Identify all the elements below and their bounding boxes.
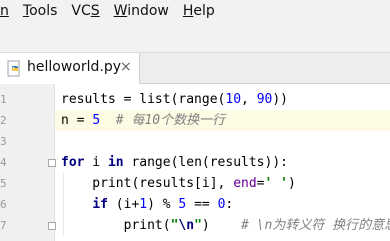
indent-guide (63, 173, 64, 236)
code-token: ' ' (264, 176, 288, 191)
code-token: # \n为转义符 换行的意思 (241, 218, 390, 233)
code-token: (i+ (107, 197, 140, 212)
tab-helloworld-py[interactable]: helloworld.py × (0, 53, 140, 84)
code-token: 10 (225, 92, 242, 107)
code-token: \n (178, 218, 195, 233)
code-line[interactable]: if (i+1) % 5 == 0: (61, 194, 390, 215)
line-number: 6 (0, 198, 7, 211)
code-line[interactable] (61, 131, 390, 152)
menu-bar: n Tools VCS Window Help (0, 0, 390, 22)
line-number: 3 (0, 135, 7, 148)
code-token: print( (61, 218, 171, 233)
code-token: ) % (147, 197, 179, 212)
line-number: 1 (0, 93, 7, 106)
code-token: 5 (92, 113, 101, 128)
code-token: print(results[i], (61, 176, 234, 191)
code-token: ) (287, 176, 296, 191)
code-line[interactable]: n = 5 # 每10个数换一行 (61, 110, 390, 131)
menu-window[interactable]: Window (107, 0, 176, 22)
fold-marker-icon[interactable] (48, 159, 56, 167)
fold-marker-icon[interactable] (48, 222, 56, 230)
editor-tab-bar: helloworld.py × (0, 53, 390, 84)
tab-close-icon[interactable]: × (120, 59, 132, 75)
code-token: range(len(results)): (123, 155, 288, 170)
code-token: end (233, 176, 257, 191)
code-token: # 每10个数换一行 (100, 113, 226, 128)
line-number: 4 (0, 156, 7, 169)
code-line[interactable]: print("\n") # \n为转义符 换行的意思 (61, 215, 390, 236)
menu-vcs[interactable]: VCS (64, 0, 106, 22)
code-token: i (84, 155, 108, 170)
code-line[interactable]: print(results[i], end=' ') (61, 173, 390, 194)
code-token: 1 (139, 197, 148, 212)
code-token: == (186, 197, 218, 212)
toolbar (0, 22, 390, 53)
tab-label: helloworld.py (27, 59, 122, 75)
menu-n[interactable]: n (0, 0, 16, 22)
code-token: ) (201, 218, 242, 233)
code-token: for (61, 155, 85, 170)
code-token: , (241, 92, 257, 107)
code-token: = (256, 176, 265, 191)
line-number: 5 (0, 177, 7, 190)
code-token: 90 (256, 92, 273, 107)
line-number-gutter: 1 2 3 4 5 6 7 (0, 84, 56, 241)
code-token: : (225, 197, 234, 212)
code-token: )) (272, 92, 288, 107)
line-number: 2 (0, 114, 7, 127)
menu-help[interactable]: Help (176, 0, 222, 22)
code-token: n = (61, 113, 93, 128)
code-token: if (92, 197, 108, 212)
python-file-icon (7, 60, 20, 77)
code-line[interactable]: for i in range(len(results)): (61, 152, 390, 173)
line-number: 7 (0, 219, 7, 232)
code-token: results = list(range( (61, 92, 226, 107)
code-token: " (194, 218, 202, 233)
code-token: in (107, 155, 124, 170)
code-editor[interactable]: 1234567 results = list(range(10, 90)) n =… (0, 84, 390, 241)
menu-tools[interactable]: Tools (16, 0, 65, 22)
code-line[interactable]: results = list(range(10, 90)) (61, 89, 390, 110)
